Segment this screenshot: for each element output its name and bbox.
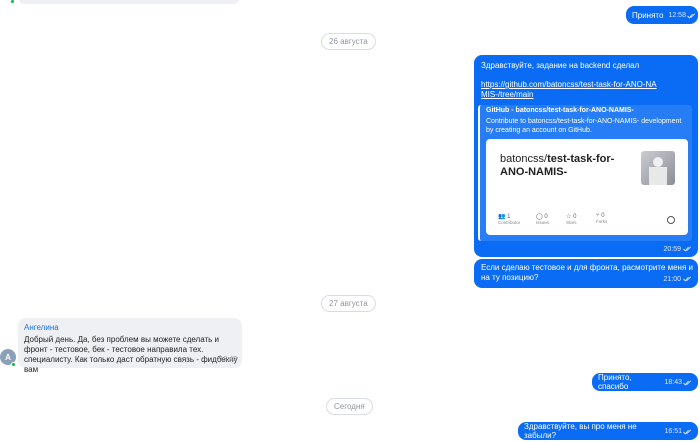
message-time: 16:51 xyxy=(664,427,682,435)
stat-label: Issues xyxy=(536,220,550,225)
incoming-bubble-previous xyxy=(18,0,240,4)
stat-label: Forks xyxy=(596,219,608,224)
repo-owner: batoncss/ xyxy=(500,153,548,165)
double-check-icon xyxy=(683,379,692,386)
stat-forks: ⑂ 0 Forks xyxy=(596,213,626,227)
double-check-icon xyxy=(683,276,692,282)
date-separator: 27 августа xyxy=(321,295,376,312)
avatar-letter: А xyxy=(5,352,11,362)
message-time: 20:59 xyxy=(664,246,692,253)
stat-issues: ◯ 0 Issues xyxy=(536,213,566,227)
message-time: 18:42 xyxy=(219,356,237,363)
message-outgoing[interactable]: Принято 12:58 xyxy=(626,6,698,24)
repo-stats: 👥 1 Contributor ◯ 0 Issues ☆ 0 Stars ⑂ 0… xyxy=(498,213,628,227)
double-check-icon xyxy=(687,12,696,19)
message-text: Принято, спасибо xyxy=(598,373,632,391)
message-incoming[interactable]: Ангелина Добрый день. Да, без проблем вы… xyxy=(18,318,242,374)
preview-title: GitHub - batoncss/test-task-for-ANO-NAMI… xyxy=(486,107,634,114)
stat-label: Contributor xyxy=(498,220,521,225)
github-icon xyxy=(667,216,675,224)
message-time: 18:43 xyxy=(664,378,682,386)
preview-description: Contribute to batoncss/test-task-for-ANO… xyxy=(486,118,682,134)
message-time: 21:00 xyxy=(664,276,692,283)
repo-link[interactable]: https://github.com/batoncss/test-task-fo… xyxy=(481,80,661,100)
repo-title: batoncss/test-task-for-ANO-NAMIS- xyxy=(500,153,630,179)
stat-stars: ☆ 0 Stars xyxy=(566,213,596,227)
double-check-icon xyxy=(683,428,692,435)
owner-avatar xyxy=(641,151,675,185)
date-separator: Сегодня xyxy=(326,398,373,415)
message-time: 12:58 xyxy=(668,11,686,19)
message-outgoing[interactable]: Если сделаю тестовое и для фронта, расмо… xyxy=(474,259,698,288)
double-check-icon xyxy=(683,246,692,252)
online-status-dot xyxy=(11,362,16,367)
message-text: Добрый день. Да, без проблем вы можете с… xyxy=(24,335,238,374)
message-outgoing-with-link[interactable]: Здравствуйте, задание на backend сделал … xyxy=(474,55,698,257)
link-preview[interactable]: GitHub - batoncss/test-task-for-ANO-NAMI… xyxy=(478,105,692,241)
message-text: Здравствуйте, вы про меня не забыли? xyxy=(524,422,637,440)
stat-contributors: 👥 1 Contributor xyxy=(498,213,536,227)
message-text: Здравствуйте, задание на backend сделал xyxy=(481,61,640,70)
preview-image-card: batoncss/test-task-for-ANO-NAMIS- 👥 1 Co… xyxy=(486,139,688,235)
message-text: Если сделаю тестовое и для фронта, расмо… xyxy=(481,263,693,282)
message-text: Принято xyxy=(632,10,664,20)
online-status-dot xyxy=(10,0,15,4)
message-outgoing[interactable]: Здравствуйте, вы про меня не забыли? 16:… xyxy=(518,422,698,440)
date-separator: 26 августа xyxy=(321,33,376,50)
message-author[interactable]: Ангелина xyxy=(24,323,59,332)
message-outgoing[interactable]: Принято, спасибо 18:43 xyxy=(592,373,698,391)
stat-label: Stars xyxy=(566,220,577,225)
